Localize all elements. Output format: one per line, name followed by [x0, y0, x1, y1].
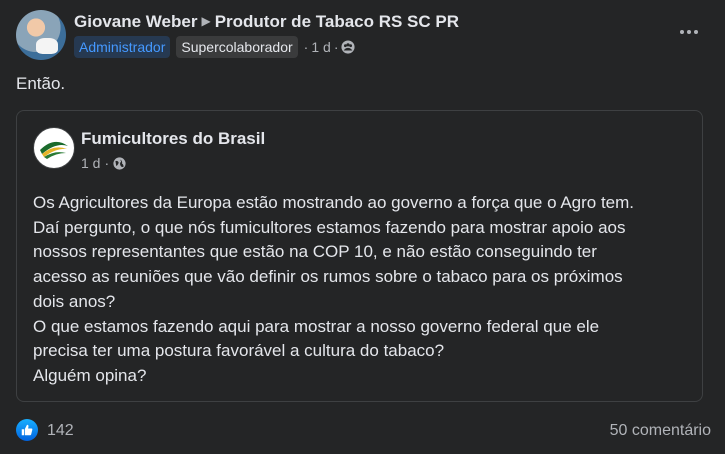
text-line: Daí pergunto, o que nós fumicultores est… — [33, 217, 626, 237]
group-audience-icon — [341, 40, 356, 54]
post-text: Então. — [16, 74, 66, 93]
text-line: Alguém opina? — [33, 365, 147, 385]
author-name[interactable]: Giovane Weber — [74, 12, 197, 31]
more-options-icon[interactable] — [677, 22, 701, 42]
author-line: Giovane Weber ▶ Produtor de Tabaco RS SC P… — [74, 12, 459, 32]
globe-icon — [113, 156, 126, 170]
comment-count[interactable]: 50 comentário — [610, 422, 711, 440]
page-logo[interactable] — [33, 127, 75, 169]
fumicultores-logo-icon — [35, 129, 73, 167]
shared-post-card[interactable]: Fumicultores do Brasil 1 d · Os Agricult… — [16, 110, 703, 402]
text-line: Os Agricultores da Europa estão mostrand… — [33, 193, 635, 212]
post-header: Giovane Weber ▶ Produtor de Tabaco RS SC P… — [16, 10, 709, 62]
admin-badge[interactable]: Administrador — [74, 36, 171, 58]
arrow-right-icon: ▶ — [201, 14, 211, 28]
thumbs-up-icon — [21, 424, 33, 436]
text-line: O que estamos fazendo aqui para mostrar … — [33, 316, 600, 336]
supercontributor-badge[interactable]: Supercolaborador — [176, 36, 298, 58]
page-name[interactable]: Fumicultores do Brasil — [81, 129, 265, 149]
reaction-count[interactable]: 142 — [47, 422, 74, 440]
like-icon[interactable] — [16, 419, 38, 441]
text-line: acesso as reuniões que vão definir os ru… — [33, 267, 623, 287]
group-name[interactable]: Produtor de Tabaco RS SC PR — [215, 12, 459, 31]
text-line: nossos representantes que estão na COP 1… — [33, 242, 597, 262]
post-footer: 142 50 comentário — [16, 418, 711, 444]
post-time[interactable]: 1 d — [311, 39, 330, 55]
shared-post-time[interactable]: 1 d — [81, 155, 100, 171]
text-line: precisa ter uma postura favorável a cult… — [33, 341, 445, 361]
text-line: dois anos? — [33, 291, 116, 311]
shared-post-text: Os Agricultores da Europa estão mostrand… — [33, 191, 701, 389]
post-meta: · 1 d · — [304, 39, 356, 55]
author-badges: Administrador Supercolaborador · 1 d · — [74, 36, 356, 58]
shared-post-meta: 1 d · — [81, 155, 126, 171]
author-avatar[interactable] — [16, 10, 66, 60]
